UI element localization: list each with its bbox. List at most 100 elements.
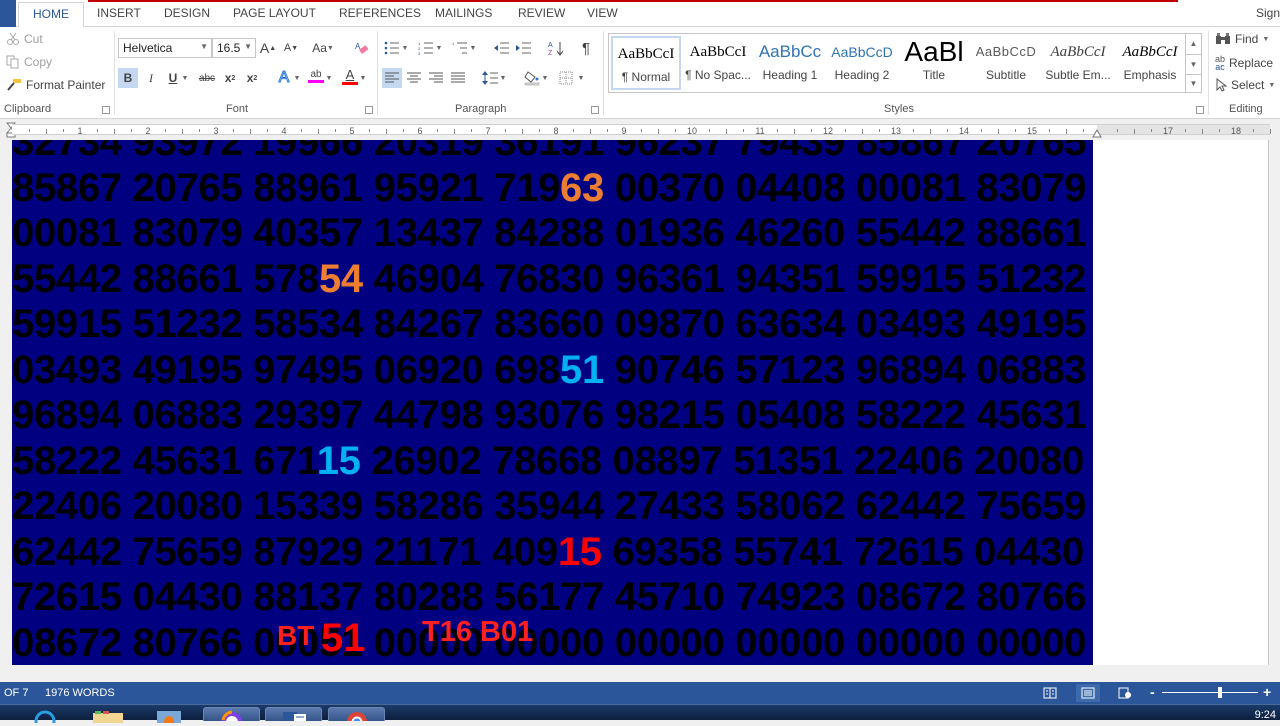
grow-font-icon[interactable]: A ▲ xyxy=(258,38,278,58)
tab-references[interactable]: REFERENCES xyxy=(339,6,421,20)
align-left-button[interactable] xyxy=(382,68,402,88)
tab-view[interactable]: VIEW xyxy=(587,6,618,20)
justify-button[interactable] xyxy=(448,68,468,88)
tab-insert[interactable]: INSERT xyxy=(97,6,141,20)
tab-design[interactable]: DESIGN xyxy=(164,6,210,20)
highlight-color-icon[interactable]: ab xyxy=(306,66,326,86)
font-dialog-launcher[interactable] xyxy=(365,106,373,114)
replace-icon: ab ac xyxy=(1215,54,1226,72)
find-button[interactable]: Find ▼ xyxy=(1215,32,1269,46)
align-right-button[interactable] xyxy=(426,68,446,88)
chevron-down-icon: ▼ xyxy=(1268,81,1276,89)
replace-button[interactable]: ab ac Replace xyxy=(1215,54,1273,72)
cut-button[interactable]: Cut xyxy=(6,32,43,46)
increase-indent-icon[interactable] xyxy=(514,38,534,58)
zoom-slider-thumb[interactable] xyxy=(1217,687,1222,698)
tab-home[interactable]: HOME xyxy=(18,2,84,28)
svg-text:Z: Z xyxy=(548,50,553,56)
change-case-button[interactable]: Aa ▼ xyxy=(308,38,338,58)
shrink-font-icon[interactable]: A ▼ xyxy=(281,38,301,58)
style-heading-1[interactable]: AaBbCc Heading 1 xyxy=(755,36,825,90)
zoom-in-button[interactable]: + xyxy=(1263,684,1271,700)
sort-icon[interactable]: AZ xyxy=(546,38,566,58)
style-subtle-emphasis[interactable]: AaBbCcI Subtle Em... xyxy=(1043,36,1113,90)
web-layout-icon[interactable] xyxy=(1113,684,1137,702)
horizontal-ruler[interactable]: 1 2 3 4 5 6 7 8 9 10 11 12 13 14 15 17 18 xyxy=(0,120,1280,140)
italic-button[interactable]: I xyxy=(141,68,161,88)
superscript-button[interactable]: x2 xyxy=(242,68,262,88)
clipboard-dialog-launcher[interactable] xyxy=(102,106,110,114)
file-tab[interactable] xyxy=(0,0,16,27)
font-color-icon[interactable]: A xyxy=(340,66,360,86)
format-painter-button[interactable]: Format Painter xyxy=(6,78,105,92)
font-color-dropdown[interactable]: ▼ xyxy=(358,68,368,88)
bullets-dropdown[interactable]: ▼ xyxy=(400,38,410,58)
strikethrough-button[interactable]: abc xyxy=(197,68,217,88)
numbering-dropdown[interactable]: ▼ xyxy=(434,38,444,58)
styles-more-button[interactable]: ▼ xyxy=(1185,74,1201,92)
font-name-select[interactable]: Helvetica ▼ xyxy=(118,38,212,58)
line-spacing-dropdown[interactable]: ▼ xyxy=(498,68,508,88)
taskbar-app-firefox[interactable] xyxy=(203,707,260,721)
number-row: 72615 04430 88137 80288 56177 45710 7492… xyxy=(12,575,1086,620)
bold-button[interactable]: B xyxy=(118,68,138,88)
underline-dropdown[interactable]: ▼ xyxy=(180,68,190,88)
subscript-button[interactable]: x2 xyxy=(220,68,240,88)
word-count[interactable]: 1976 WORDS xyxy=(45,687,115,699)
style-heading-2[interactable]: AaBbCcD Heading 2 xyxy=(827,36,897,90)
styles-scroll-up[interactable]: ▲ xyxy=(1185,34,1201,54)
right-indent-marker-icon[interactable] xyxy=(1092,127,1102,138)
paragraph-dialog-launcher[interactable] xyxy=(591,106,599,114)
internet-explorer-icon[interactable] xyxy=(30,709,60,726)
style-emphasis[interactable]: AaBbCcI Emphasis xyxy=(1115,36,1185,90)
ruler-tick xyxy=(199,129,200,132)
shading-icon[interactable] xyxy=(522,68,542,88)
multilevel-list-icon[interactable]: 1 xyxy=(450,38,470,58)
borders-icon[interactable] xyxy=(556,68,576,88)
print-layout-icon[interactable] xyxy=(1076,684,1100,702)
media-player-icon[interactable] xyxy=(155,709,183,726)
taskbar-app-word[interactable] xyxy=(265,707,322,721)
sign-in-link[interactable]: Sign xyxy=(1256,6,1280,20)
decrease-indent-icon[interactable] xyxy=(492,38,512,58)
text-effects-dropdown[interactable]: ▼ xyxy=(292,68,302,88)
text-effects-icon[interactable]: A xyxy=(274,68,294,88)
style-subtitle[interactable]: AaBbCcD Subtitle xyxy=(971,36,1041,90)
document-area[interactable]: 32734 93972 19966 20319 36191 96237 7943… xyxy=(0,140,1280,677)
style-title[interactable]: AaBl Title xyxy=(899,36,969,90)
select-button[interactable]: Select ▼ xyxy=(1215,78,1275,92)
ruler-tick xyxy=(675,129,676,132)
ruler-tick xyxy=(709,129,710,132)
read-mode-icon[interactable] xyxy=(1038,684,1062,702)
ruler-number: 3 xyxy=(213,126,219,136)
shading-dropdown[interactable]: ▼ xyxy=(540,68,550,88)
clear-formatting-icon[interactable]: A xyxy=(352,38,372,58)
taskbar-clock[interactable]: 9:24 xyxy=(1255,709,1276,721)
tab-mailings[interactable]: MAILINGS xyxy=(435,6,492,20)
style-normal[interactable]: AaBbCcI ¶ Normal xyxy=(611,36,681,90)
align-center-button[interactable] xyxy=(404,68,424,88)
zoom-out-button[interactable]: - xyxy=(1150,684,1155,700)
style-no-spacing[interactable]: AaBbCcI ¶ No Spac... xyxy=(683,36,753,90)
borders-dropdown[interactable]: ▼ xyxy=(576,68,586,88)
tab-review[interactable]: REVIEW xyxy=(518,6,565,20)
editing-group-label: Editing xyxy=(1229,103,1263,115)
show-paragraph-marks-icon[interactable]: ¶ xyxy=(576,38,596,58)
line-spacing-icon[interactable] xyxy=(480,68,500,88)
taskbar-app-chrome[interactable] xyxy=(328,707,385,721)
multilevel-dropdown[interactable]: ▼ xyxy=(468,38,478,58)
zoom-slider[interactable] xyxy=(1162,692,1258,693)
font-size-select[interactable]: 16.5 ▼ xyxy=(212,38,256,58)
styles-group-label: Styles xyxy=(884,103,914,115)
styles-dialog-launcher[interactable] xyxy=(1196,106,1204,114)
ruler-tick xyxy=(250,129,251,134)
numbering-icon[interactable]: 123 xyxy=(416,38,436,58)
bullets-icon[interactable] xyxy=(382,38,402,58)
highlight-dropdown[interactable]: ▼ xyxy=(324,68,334,88)
styles-scroll-down[interactable]: ▼ xyxy=(1185,54,1201,74)
tab-page-layout[interactable]: PAGE LAYOUT xyxy=(233,6,316,20)
copy-button[interactable]: Copy xyxy=(6,55,52,69)
page-count[interactable]: OF 7 xyxy=(4,687,28,699)
document-page[interactable]: 32734 93972 19966 20319 36191 96237 7943… xyxy=(12,140,1269,665)
file-explorer-icon[interactable] xyxy=(92,709,124,726)
